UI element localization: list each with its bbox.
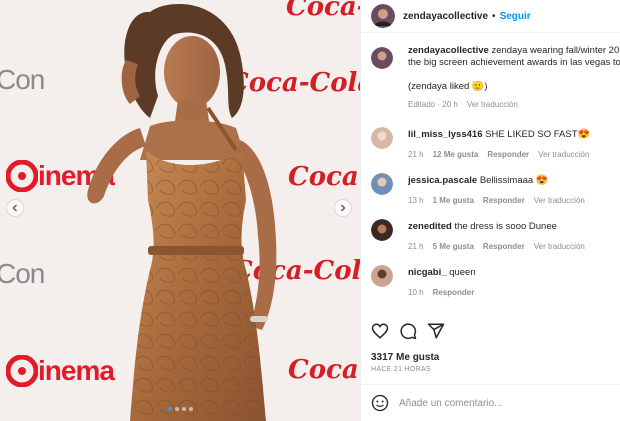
comment-meta: 13 h 1 Me gusta Responder Ver traducción — [408, 196, 620, 205]
carousel-indicator — [0, 407, 360, 411]
comment-time: 13 h — [408, 196, 424, 205]
caption-meta: Editado · 20 h Ver traducción — [408, 100, 620, 109]
avatar[interactable] — [371, 173, 393, 195]
reply-button[interactable]: Responder — [483, 242, 525, 251]
heart-icon[interactable] — [371, 322, 389, 340]
comment-meta: 21 h 5 Me gusta Responder Ver traducción — [408, 242, 620, 251]
send-icon[interactable] — [427, 322, 445, 340]
post-actions — [371, 322, 445, 340]
header-separator: • — [492, 10, 496, 22]
comment-time: 10 h — [408, 288, 424, 297]
chevron-left-icon — [12, 204, 17, 212]
reply-button[interactable]: Responder — [433, 288, 475, 297]
comment-item: nicgabi_ queen 10 h Responder — [361, 263, 620, 309]
avatar[interactable] — [371, 127, 393, 149]
comment-text: nicgabi_ queen — [408, 263, 620, 279]
caption-text: zendaya wearing fall/winter 20 — [491, 45, 620, 56]
add-comment-bar — [361, 384, 620, 421]
comment-meta: 10 h Responder — [408, 288, 620, 297]
comment-likes[interactable]: 5 Me gusta — [433, 242, 474, 251]
liked-note-close: ) — [484, 81, 488, 92]
comment-input[interactable] — [399, 397, 599, 409]
see-translation-link[interactable]: Ver traducción — [534, 242, 585, 251]
reply-button[interactable]: Responder — [483, 196, 525, 205]
comment-body: SHE LIKED SO FAST — [485, 129, 578, 140]
comment-body: queen — [449, 267, 476, 278]
carousel-dot — [188, 407, 193, 411]
comment-item: lil_miss_lyss416 SHE LIKED SO FAST😍 21 h… — [361, 125, 620, 171]
liked-note-text: (zendaya liked — [408, 81, 470, 92]
emoji-icon[interactable] — [371, 394, 389, 412]
prev-photo-button[interactable] — [6, 199, 24, 217]
comment-username[interactable]: nicgabi_ — [408, 267, 447, 278]
comment-time: 21 h — [408, 150, 424, 159]
follow-button[interactable]: Seguir — [500, 11, 531, 22]
see-translation-link[interactable]: Ver traducción — [538, 150, 589, 159]
see-translation-link[interactable]: Ver traducción — [467, 100, 518, 109]
header-username[interactable]: zendayacollective — [403, 11, 488, 22]
caption-line-1: zendayacollective zendaya wearing fall/w… — [408, 41, 620, 57]
comment-body: Bellissimaaa — [479, 175, 534, 186]
avatar[interactable] — [371, 265, 393, 287]
avatar[interactable] — [371, 47, 393, 69]
comment-likes[interactable]: 12 Me gusta — [433, 150, 479, 159]
heart-eyes-emoji: 😍 — [577, 129, 590, 140]
reply-button[interactable]: Responder — [487, 150, 529, 159]
carousel-dot — [181, 407, 186, 411]
comment-text: jessica.pascale Bellissimaaa 😍 — [408, 171, 620, 187]
post-timestamp: HACE 21 HORAS — [371, 366, 431, 373]
caption-line-2: the big screen achievement awards in las… — [408, 57, 620, 68]
post-side-panel: zendayacollective • Seguir zendayacollec… — [360, 0, 620, 421]
caption-edited: Editado · 20 h — [408, 100, 458, 109]
comment-item: jessica.pascale Bellissimaaa 😍 13 h 1 Me… — [361, 171, 620, 217]
see-translation-link[interactable]: Ver traducción — [534, 196, 585, 205]
comment-username[interactable]: jessica.pascale — [408, 175, 477, 186]
comment-username[interactable]: lil_miss_lyss416 — [408, 129, 482, 140]
comment-body: the dress is sooo Dunee — [454, 221, 557, 232]
post-header: zendayacollective • Seguir — [361, 0, 620, 33]
chevron-right-icon — [341, 204, 346, 212]
likes-count[interactable]: 3317 Me gusta — [371, 352, 439, 363]
comment-meta: 21 h 12 Me gusta Responder Ver traducció… — [408, 150, 620, 159]
comment-username[interactable]: zenedited — [408, 221, 452, 232]
post-photo[interactable]: Con Con inema inema Coca-Cola Coca-Cola … — [0, 0, 360, 421]
avatar[interactable] — [371, 219, 393, 241]
salute-emoji: 🫡 — [471, 81, 485, 92]
next-photo-button[interactable] — [334, 199, 352, 217]
avatar[interactable] — [371, 4, 395, 28]
comment-time: 21 h — [408, 242, 424, 251]
caption: zendayacollective zendaya wearing fall/w… — [361, 41, 620, 125]
caption-liked-note: (zendaya liked 🫡) — [408, 81, 620, 93]
carousel-dot — [174, 407, 179, 411]
comment-text: lil_miss_lyss416 SHE LIKED SO FAST😍 — [408, 125, 620, 141]
caption-username[interactable]: zendayacollective — [408, 45, 489, 56]
comment-icon[interactable] — [399, 322, 417, 340]
person-figure — [87, 4, 277, 421]
carousel-dot — [167, 407, 172, 411]
comment-likes[interactable]: 1 Me gusta — [433, 196, 474, 205]
heart-eyes-emoji: 😍 — [535, 175, 549, 186]
comment-list: zendayacollective zendaya wearing fall/w… — [361, 41, 620, 309]
comment-text: zenedited the dress is sooo Dunee — [408, 217, 620, 233]
comment-item: zenedited the dress is sooo Dunee 21 h 5… — [361, 217, 620, 263]
